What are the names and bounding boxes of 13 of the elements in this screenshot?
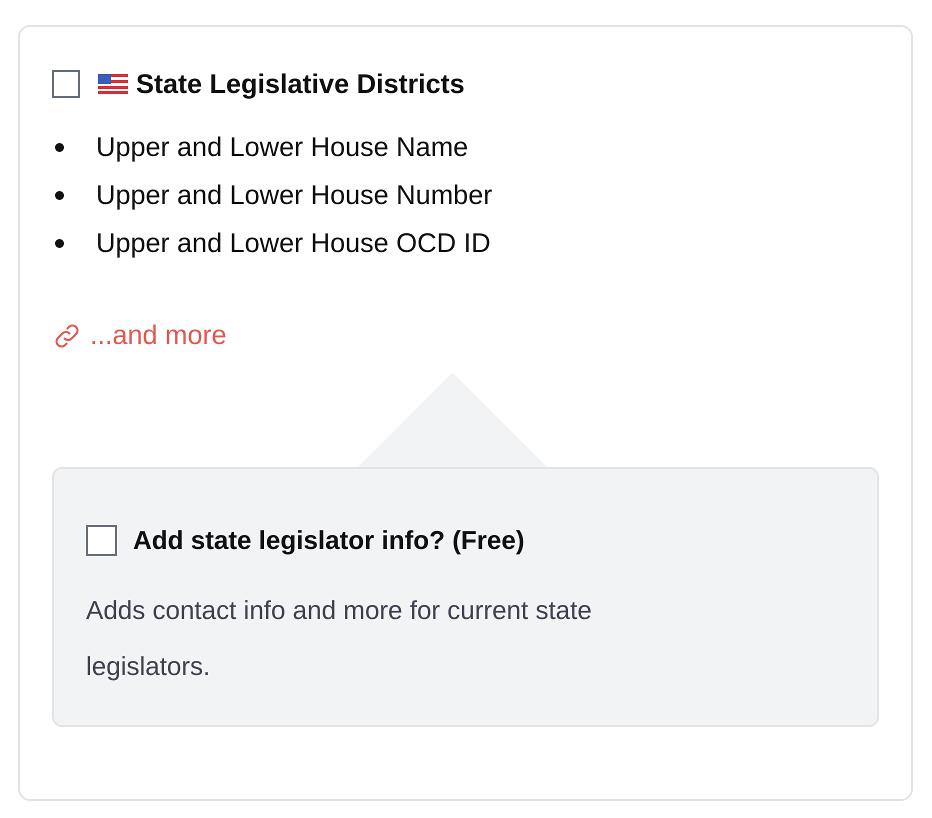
checkbox[interactable] xyxy=(52,70,80,98)
option-title: State Legislative Districts xyxy=(136,68,465,100)
field-name: Upper and Lower House Name xyxy=(96,132,468,162)
checkbox[interactable] xyxy=(86,524,117,556)
addon-description: Adds contact info and more for current state legislators. xyxy=(86,594,593,682)
bullet-icon xyxy=(55,142,64,152)
bullet-icon xyxy=(55,190,64,200)
bullet-icon xyxy=(55,238,64,248)
flag-icon xyxy=(98,74,128,94)
field-name: Upper and Lower House Number xyxy=(96,180,492,210)
addon-label: Add state legislator info? (Free) xyxy=(133,524,524,556)
more-link[interactable]: ...and more xyxy=(52,320,227,351)
field-name: Upper and Lower House OCD ID xyxy=(96,228,491,258)
